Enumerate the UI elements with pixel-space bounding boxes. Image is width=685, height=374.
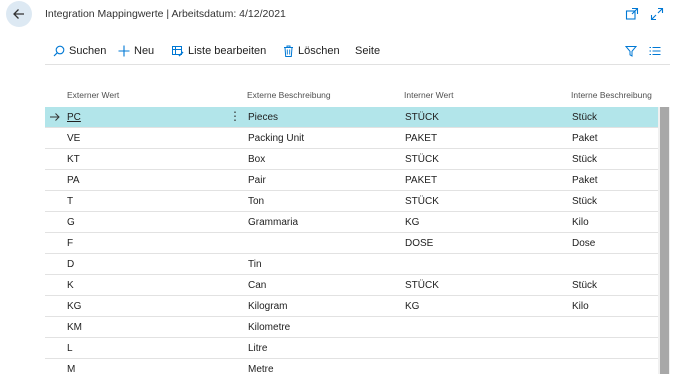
table-row[interactable]: T Ton STÜCK Stück xyxy=(45,191,658,212)
table-row[interactable]: PA Pair PAKET Paket xyxy=(45,170,658,191)
external-value-cell[interactable]: G xyxy=(67,217,75,228)
internal-description-cell[interactable]: Paket xyxy=(572,175,598,186)
external-value-cell[interactable]: VE xyxy=(67,133,80,144)
internal-value-cell[interactable]: STÜCK xyxy=(405,280,439,291)
table-row[interactable]: KM Kilometre xyxy=(45,317,658,338)
more-options-icon[interactable]: ⋮ xyxy=(229,109,241,123)
external-description-cell[interactable]: Packing Unit xyxy=(248,133,304,144)
trash-icon xyxy=(284,45,293,57)
table-row[interactable]: KG Kilogram KG Kilo xyxy=(45,296,658,317)
edit-list-label: Liste bearbeiten xyxy=(188,45,267,57)
new-label: Neu xyxy=(134,45,155,57)
page-menu-label: Seite xyxy=(355,45,381,57)
filter-icon[interactable] xyxy=(625,45,637,57)
delete-button[interactable]: Löschen xyxy=(283,39,340,63)
expand-icon[interactable] xyxy=(650,7,664,21)
internal-description-cell[interactable]: Kilo xyxy=(572,301,589,312)
external-description-cell[interactable]: Kilometre xyxy=(248,322,290,333)
table-row[interactable]: D Tin xyxy=(45,254,658,275)
page-title: Integration Mappingwerte | Arbeitsdatum:… xyxy=(45,8,286,20)
column-header-internal-description[interactable]: Interne Beschreibung xyxy=(571,90,652,100)
top-bar: Integration Mappingwerte | Arbeitsdatum:… xyxy=(0,0,685,30)
column-header-external-value[interactable]: Externer Wert xyxy=(67,90,119,100)
internal-description-cell[interactable]: Stück xyxy=(572,154,597,165)
external-value-cell[interactable]: KG xyxy=(67,301,81,312)
page-menu-button[interactable]: Seite xyxy=(355,39,380,63)
internal-description-cell[interactable]: Kilo xyxy=(572,217,589,228)
internal-value-cell[interactable]: PAKET xyxy=(405,133,437,144)
table-row[interactable]: K Can STÜCK Stück xyxy=(45,275,658,296)
internal-description-cell[interactable]: Dose xyxy=(572,238,595,249)
search-icon xyxy=(53,45,65,57)
column-header-internal-value[interactable]: Interner Wert xyxy=(404,90,453,100)
scrollbar-thumb[interactable] xyxy=(660,107,669,374)
table-row[interactable]: L Litre xyxy=(45,338,658,359)
external-value-cell[interactable]: KT xyxy=(67,154,80,165)
table-row[interactable]: M Metre xyxy=(45,359,658,374)
open-new-window-icon[interactable] xyxy=(625,7,639,21)
internal-description-cell[interactable]: Stück xyxy=(572,112,597,123)
edit-list-icon xyxy=(172,46,184,57)
external-value-cell[interactable]: D xyxy=(67,259,74,270)
internal-description-cell[interactable]: Stück xyxy=(572,196,597,207)
delete-label: Löschen xyxy=(298,45,340,57)
internal-value-cell[interactable]: KG xyxy=(405,301,419,312)
external-description-cell[interactable]: Box xyxy=(248,154,265,165)
plus-icon xyxy=(118,45,130,57)
list-view-icon[interactable] xyxy=(649,45,661,57)
external-description-cell[interactable]: Tin xyxy=(248,259,262,270)
new-button[interactable]: Neu xyxy=(118,39,154,63)
action-bar-divider xyxy=(45,64,670,65)
external-description-cell[interactable]: Grammaria xyxy=(248,217,298,228)
column-headers: Externer Wert Externe Beschreibung Inter… xyxy=(45,88,670,106)
internal-value-cell[interactable]: PAKET xyxy=(405,175,437,186)
search-label: Suchen xyxy=(69,45,107,57)
external-description-cell[interactable]: Pieces xyxy=(248,112,278,123)
edit-list-button[interactable]: Liste bearbeiten xyxy=(172,39,266,63)
table-row[interactable]: PC ⋮ Pieces STÜCK Stück xyxy=(45,107,658,128)
search-button[interactable]: Suchen xyxy=(53,39,106,63)
external-value-cell[interactable]: M xyxy=(67,364,75,374)
external-value-cell[interactable]: KM xyxy=(67,322,82,333)
column-header-external-description[interactable]: Externe Beschreibung xyxy=(247,90,331,100)
external-description-cell[interactable]: Ton xyxy=(248,196,264,207)
action-bar: Suchen Neu Liste bearbeiten Löschen Seit… xyxy=(45,39,670,63)
external-value-cell[interactable]: PA xyxy=(67,175,80,186)
internal-value-cell[interactable]: DOSE xyxy=(405,238,433,249)
external-description-cell[interactable]: Pair xyxy=(248,175,266,186)
external-value-cell[interactable]: F xyxy=(67,238,73,249)
back-arrow-icon xyxy=(13,9,24,19)
table-row[interactable]: VE Packing Unit PAKET Paket xyxy=(45,128,658,149)
external-value-cell[interactable]: T xyxy=(67,196,73,207)
external-description-cell[interactable]: Can xyxy=(248,280,266,291)
external-value-cell[interactable]: L xyxy=(67,343,73,354)
mapping-table: PC ⋮ Pieces STÜCK Stück VE Packing Unit … xyxy=(45,107,658,374)
back-button[interactable] xyxy=(6,1,32,27)
internal-description-cell[interactable]: Paket xyxy=(572,133,598,144)
external-description-cell[interactable]: Litre xyxy=(248,343,267,354)
internal-value-cell[interactable]: STÜCK xyxy=(405,112,439,123)
internal-value-cell[interactable]: STÜCK xyxy=(405,196,439,207)
row-arrow-icon xyxy=(50,113,60,121)
external-value-cell[interactable]: K xyxy=(67,280,74,291)
internal-description-cell[interactable]: Stück xyxy=(572,280,597,291)
table-row[interactable]: KT Box STÜCK Stück xyxy=(45,149,658,170)
table-row[interactable]: F DOSE Dose xyxy=(45,233,658,254)
external-description-cell[interactable]: Kilogram xyxy=(248,301,287,312)
external-description-cell[interactable]: Metre xyxy=(248,364,274,374)
external-value-cell[interactable]: PC xyxy=(67,112,81,123)
internal-value-cell[interactable]: KG xyxy=(405,217,419,228)
internal-value-cell[interactable]: STÜCK xyxy=(405,154,439,165)
table-row[interactable]: G Grammaria KG Kilo xyxy=(45,212,658,233)
